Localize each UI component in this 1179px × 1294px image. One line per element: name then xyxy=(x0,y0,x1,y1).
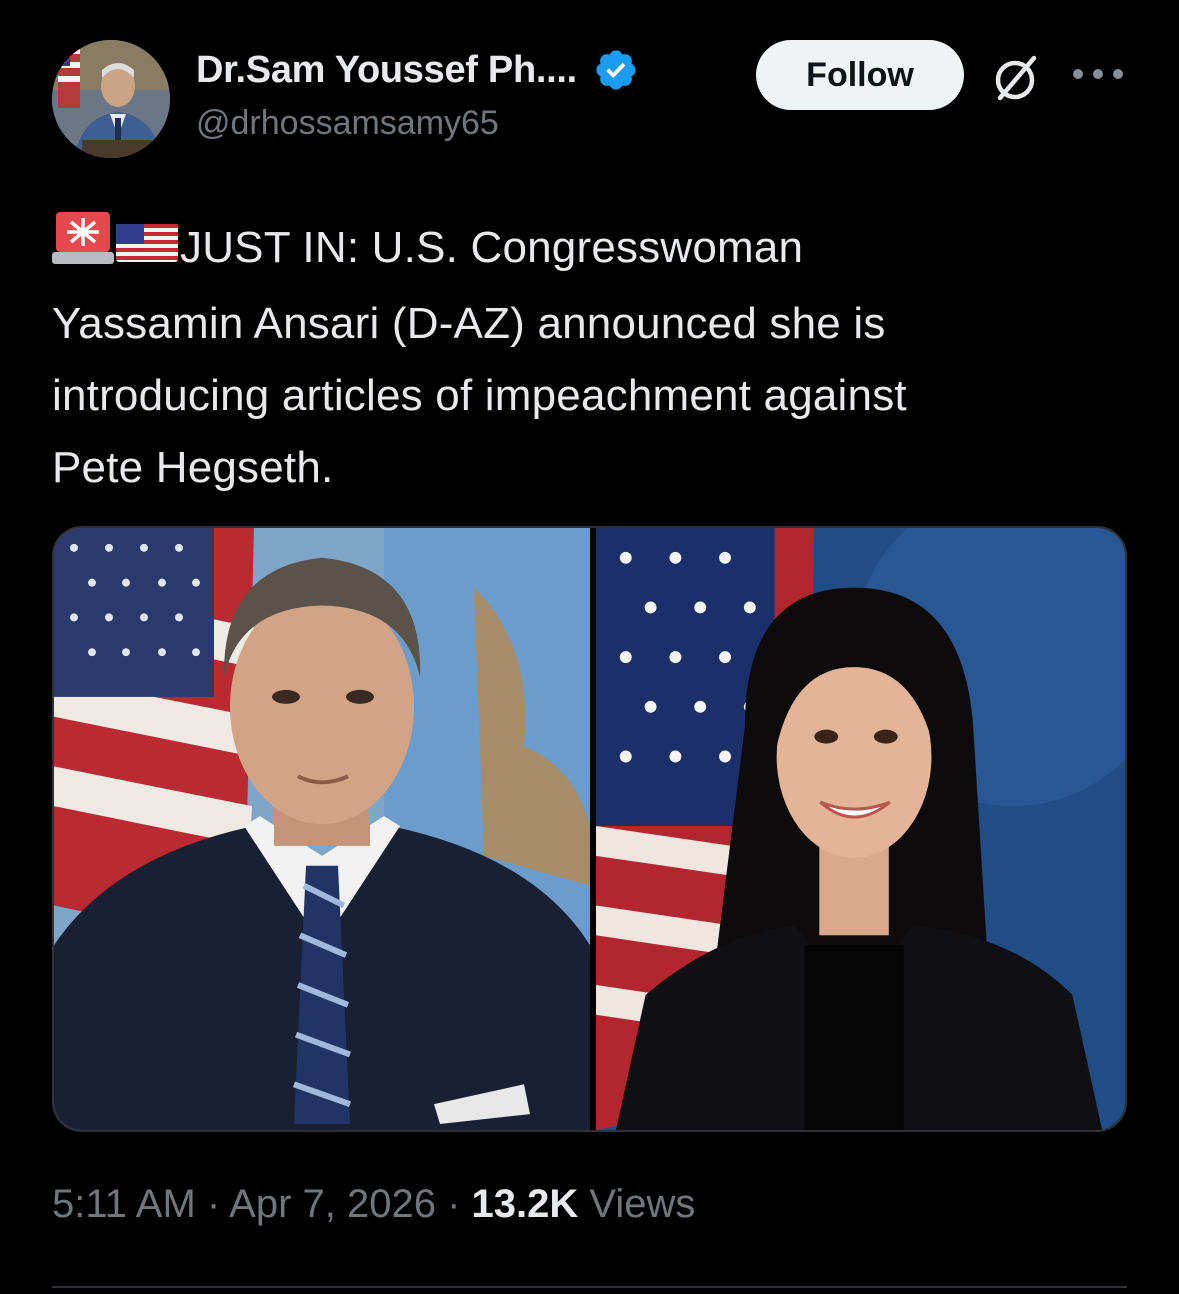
tweet-line-2: Yassamin Ansari (D-AZ) announced she is xyxy=(52,299,886,348)
man-portrait-photo[interactable] xyxy=(54,528,590,1130)
author-avatar[interactable] xyxy=(52,40,170,158)
tweet-line-4: Pete Hegseth. xyxy=(52,443,334,492)
grok-icon[interactable] xyxy=(988,50,1044,106)
divider xyxy=(52,1286,1127,1288)
verified-badge-icon[interactable] xyxy=(593,47,639,93)
tweet-line-1: JUST IN: U.S. Congresswoman xyxy=(52,208,1132,288)
more-options-icon[interactable] xyxy=(1070,62,1126,86)
tweet-line-3: introducing articles of impeachment agai… xyxy=(52,371,907,420)
tweet-date[interactable]: Apr 7, 2026 xyxy=(229,1182,436,1226)
views-count: 13.2K xyxy=(471,1182,579,1226)
tweet-meta: 5:11 AM · Apr 7, 2026 · 13.2K Views xyxy=(52,1182,695,1227)
meta-separator-1: · xyxy=(195,1182,230,1226)
tweet-line-1-text: JUST IN: U.S. Congresswoman xyxy=(180,223,804,272)
views-label: Views xyxy=(578,1182,696,1226)
follow-button[interactable]: Follow xyxy=(756,40,964,110)
author-display-name[interactable]: Dr.Sam Youssef Ph.... xyxy=(196,49,577,92)
author-info[interactable]: Dr.Sam Youssef Ph.... @drhossamsamy65 xyxy=(196,42,639,143)
rotating-light-emoji xyxy=(52,208,114,288)
media-grid[interactable] xyxy=(52,526,1127,1132)
us-flag-emoji xyxy=(114,216,180,288)
author-handle[interactable]: @drhossamsamy65 xyxy=(196,104,639,143)
tweet-text: JUST IN: U.S. Congresswoman Yassamin Ans… xyxy=(52,208,1132,504)
tweet-time[interactable]: 5:11 AM xyxy=(52,1182,196,1226)
meta-separator-2: · xyxy=(435,1182,472,1226)
woman-portrait-photo[interactable] xyxy=(596,528,1125,1130)
